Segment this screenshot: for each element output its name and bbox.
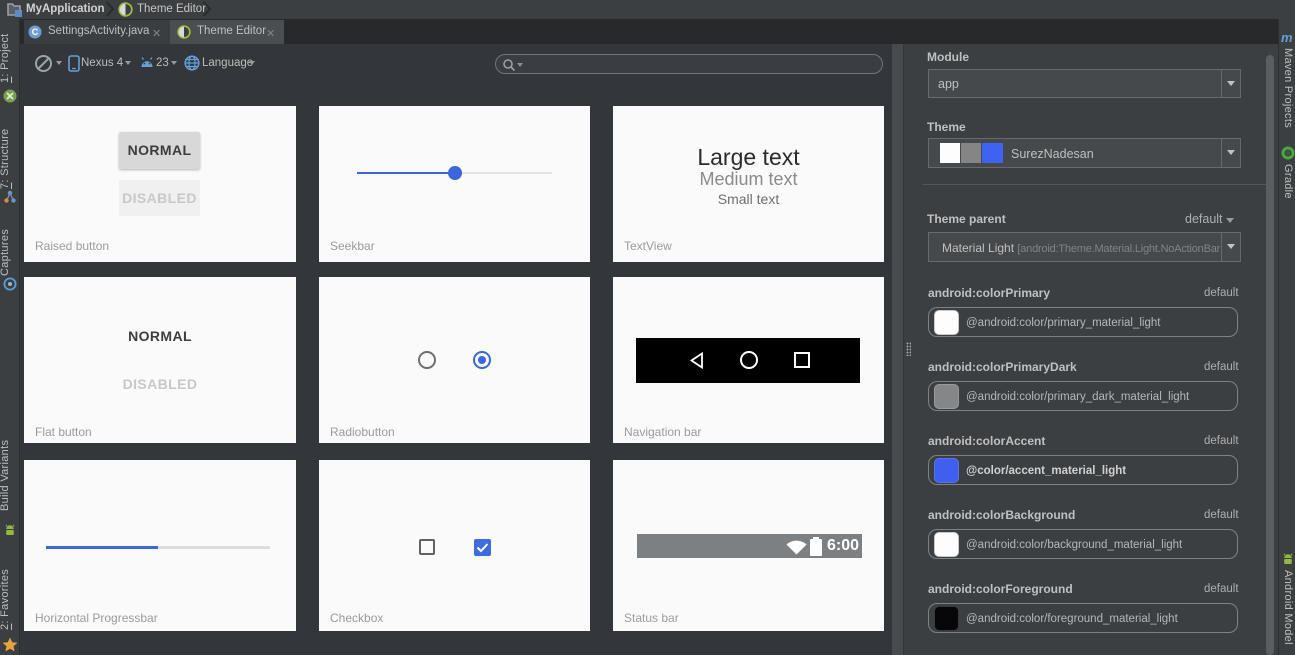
svg-text:C: C — [32, 27, 39, 37]
